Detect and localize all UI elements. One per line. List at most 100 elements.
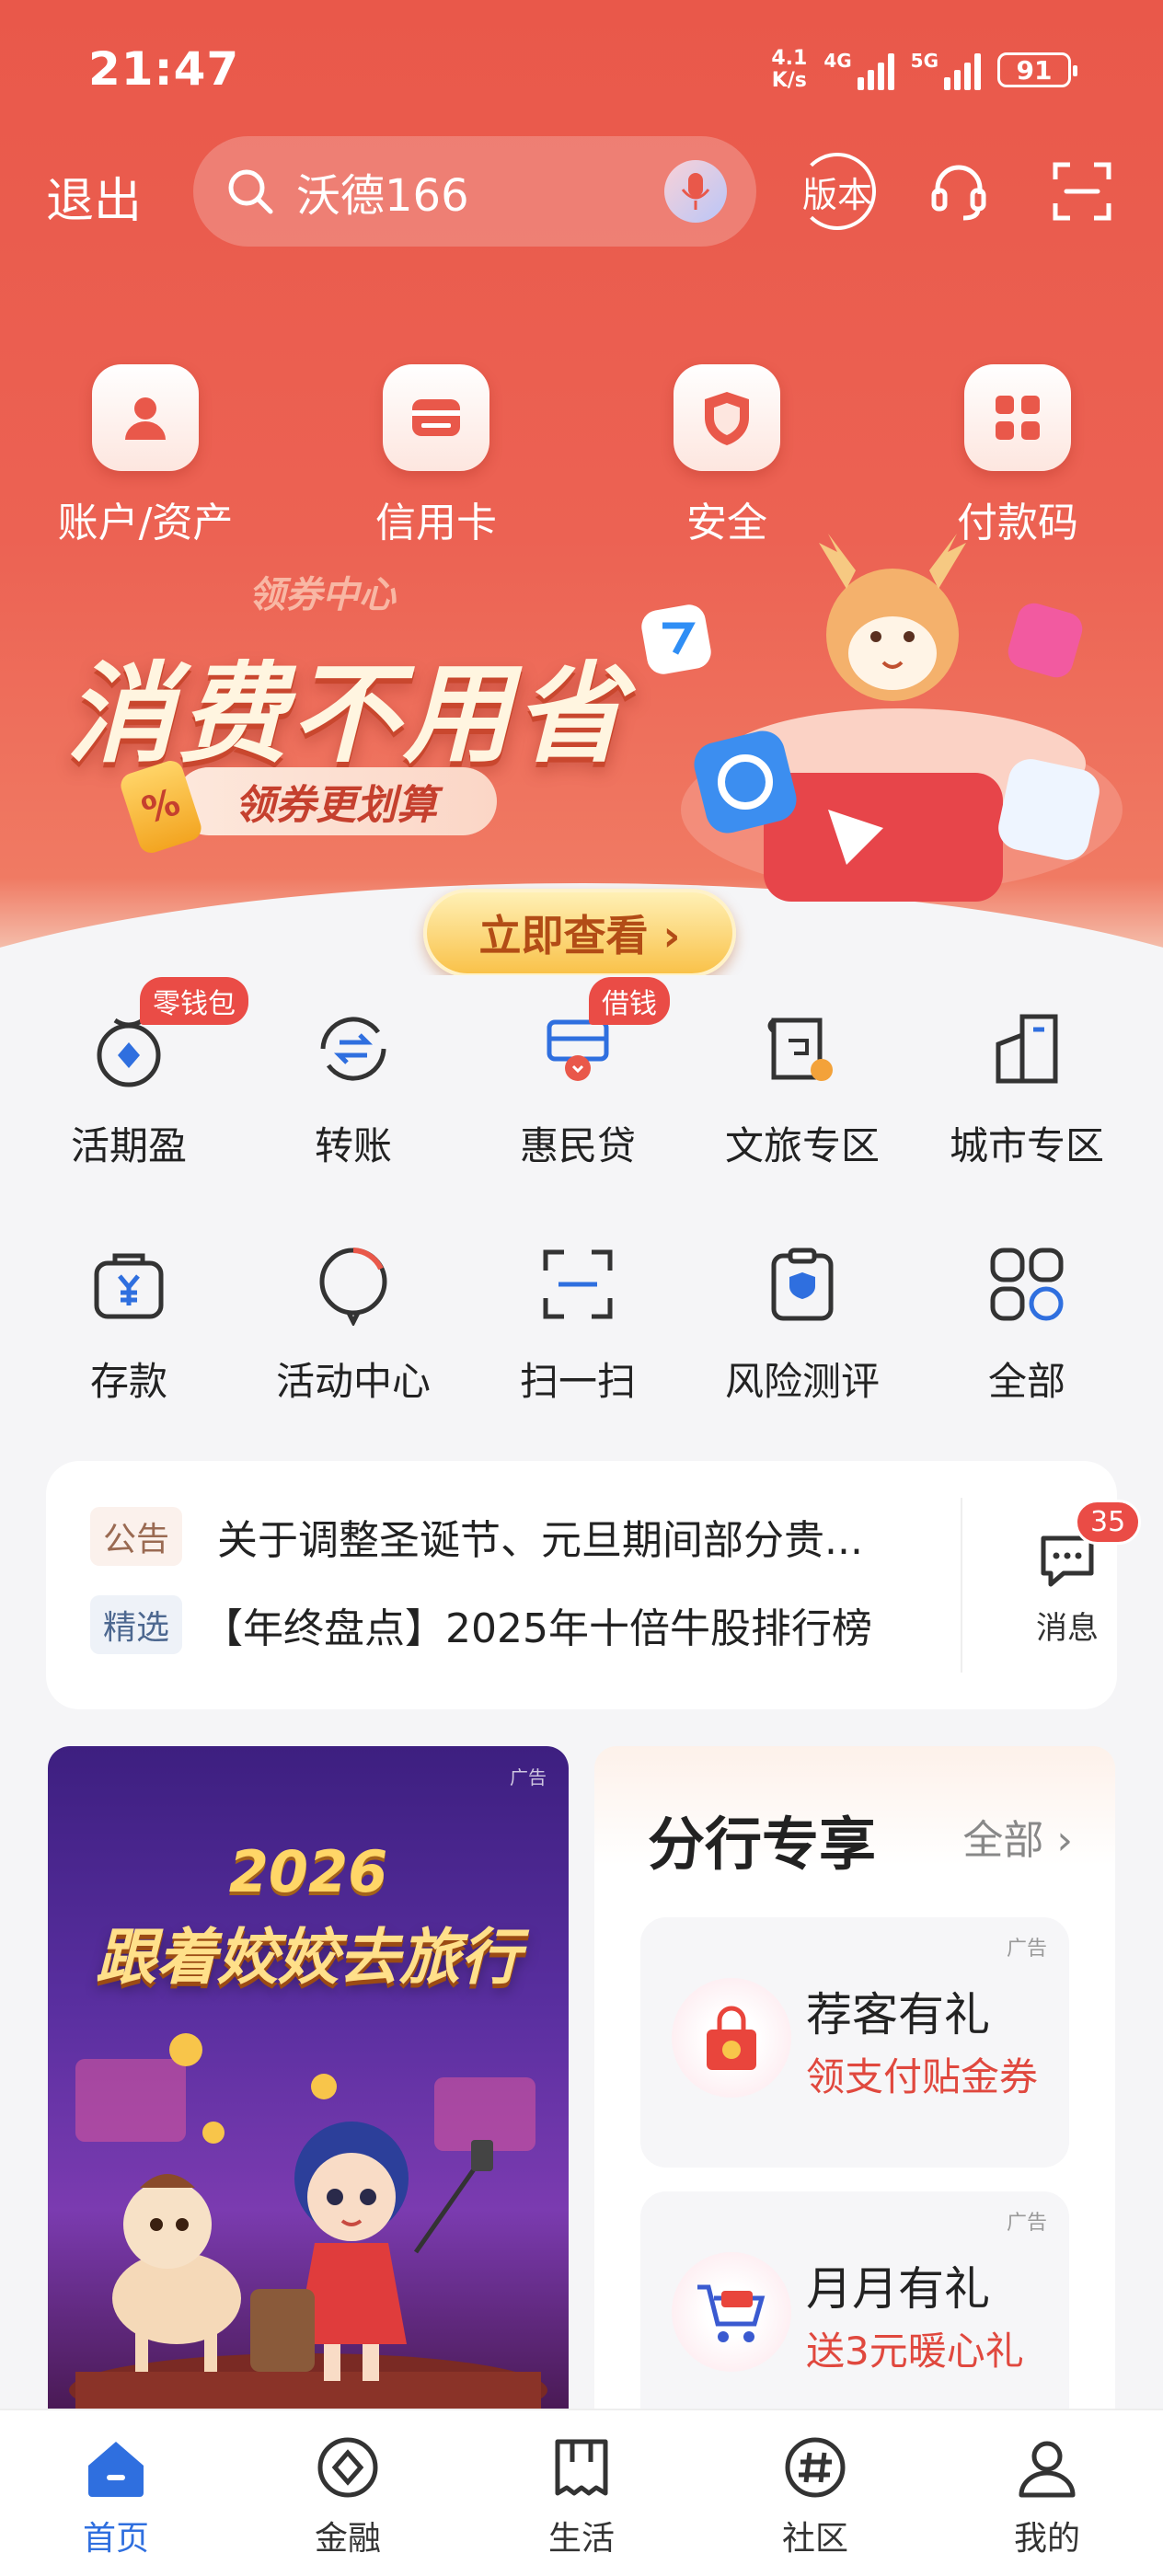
life-icon: [545, 2431, 618, 2504]
fn-label: 扫一扫: [519, 1359, 636, 1404]
branch-all-link[interactable]: 全部 ›: [962, 1807, 1073, 1866]
promo-subtitle: 领支付贴金券: [806, 2054, 1039, 2099]
loan-icon: 借钱: [532, 977, 670, 1095]
city-icon: [981, 1003, 1073, 1095]
account-icon: [92, 364, 199, 471]
signal-5g-icon: 5G: [911, 50, 981, 90]
profile-icon: [1010, 2431, 1084, 2504]
payment-code-icon: [964, 364, 1071, 471]
fn-transfer[interactable]: 转账: [241, 1003, 466, 1171]
travel-icon: [756, 1003, 848, 1095]
fn-label: 全部: [987, 1359, 1065, 1404]
badge-jieqian: 借钱: [589, 977, 670, 1025]
nav-label: 社区: [781, 2520, 848, 2558]
microphone-icon[interactable]: [664, 160, 727, 223]
banner-subtitle: 领券中心: [248, 574, 396, 616]
branch-exclusive-card: 分行专享 全部 › 广告 荐客有礼 领支付贴金券 广告 月月有礼 送3元暖心礼: [594, 1746, 1115, 2442]
nav-label: 首页: [82, 2520, 149, 2558]
fn-label: 文旅专区: [724, 1123, 880, 1168]
fn-scan[interactable]: 扫一扫: [466, 1238, 690, 1407]
quick-payment-code[interactable]: 付款码: [916, 364, 1119, 548]
community-icon: [778, 2431, 852, 2504]
featured-tag: 精选: [90, 1595, 183, 1654]
top-bar: 退出 沃德166 版本: [0, 136, 1163, 247]
notice-row-announcement[interactable]: 公告 关于调整圣诞节、元旦期间部分贵...: [90, 1507, 863, 1566]
promo-monthly[interactable]: 广告 月月有礼 送3元暖心礼: [640, 2191, 1069, 2442]
fn-label: 活期盈: [70, 1123, 187, 1168]
banner-title: 消费不用省: [66, 650, 628, 777]
ad-label: 广告: [1006, 2212, 1047, 2235]
ad-label: 广告: [510, 1766, 547, 1788]
scan-icon: [532, 1238, 624, 1330]
finance-icon: [311, 2431, 385, 2504]
nav-community[interactable]: 社区: [723, 2431, 907, 2559]
ad-label: 广告: [1006, 1938, 1047, 1961]
travel-ad-poster[interactable]: 广告 2026 跟着姣姣去旅行: [48, 1746, 569, 2409]
home-icon: [79, 2431, 153, 2504]
nav-finance[interactable]: 金融: [256, 2431, 440, 2559]
all-apps-icon: [981, 1238, 1073, 1330]
divider: [961, 1498, 962, 1673]
nav-home[interactable]: 首页: [24, 2431, 208, 2559]
search-icon: [228, 169, 273, 214]
nav-life[interactable]: 生活: [489, 2431, 674, 2559]
quick-label: 账户/资产: [57, 500, 234, 546]
fn-label: 风险测评: [724, 1359, 880, 1404]
fn-risk-assessment[interactable]: 风险测评: [690, 1238, 915, 1407]
ad-title: 跟着姣姣去旅行: [96, 1922, 521, 1993]
quick-account[interactable]: 账户/资产: [44, 364, 247, 548]
customer-service-icon[interactable]: [920, 153, 997, 230]
messages-button[interactable]: 35 消息: [1003, 1500, 1142, 1648]
transfer-icon: [307, 1003, 399, 1095]
promo-referral[interactable]: 广告 荐客有礼 领支付贴金券: [640, 1917, 1069, 2168]
hero-header: 21:47 4.1 K/s 4G 5G 91 退出 沃德166 版本 账户/资产…: [0, 0, 1163, 975]
fn-huimindai[interactable]: 借钱 惠民贷: [466, 977, 690, 1171]
badge-lingqianbao: 零钱包: [140, 977, 248, 1025]
credit-card-icon: [383, 364, 489, 471]
fn-label: 转账: [314, 1123, 392, 1168]
fn-label: 惠民贷: [519, 1123, 636, 1168]
nav-profile[interactable]: 我的: [955, 2431, 1139, 2559]
piggy-icon: 零钱包: [83, 977, 248, 1095]
network-speed: 4.1 K/s: [771, 47, 808, 92]
fn-travel-zone[interactable]: 文旅专区: [690, 1003, 915, 1171]
shopping-cart-icon: [672, 2252, 791, 2372]
messages-label: 消息: [1036, 1610, 1099, 1647]
status-indicators: 4.1 K/s 4G 5G 91: [771, 47, 1077, 92]
scan-frame-icon[interactable]: [1043, 153, 1121, 230]
promo-title: 月月有礼: [806, 2262, 990, 2316]
travel-characters-illustration: [69, 2033, 547, 2409]
nav-label: 金融: [314, 2520, 381, 2558]
promo-title: 荐客有礼: [806, 1988, 990, 2041]
bottom-nav: 首页 金融 生活 社区 我的: [0, 2409, 1163, 2576]
fn-huoqiying[interactable]: 零钱包 活期盈: [17, 977, 248, 1171]
quick-credit-card[interactable]: 信用卡: [335, 364, 537, 548]
shield-icon: [674, 364, 780, 471]
fn-label: 城市专区: [949, 1123, 1104, 1168]
fn-label: 活动中心: [275, 1359, 431, 1404]
signal-4g-icon: 4G: [823, 50, 894, 90]
search-bar[interactable]: 沃德166: [193, 136, 756, 247]
message-count-badge: 35: [1075, 1500, 1142, 1545]
battery-icon: 91: [997, 52, 1077, 87]
nav-label: 我的: [1013, 2520, 1080, 2558]
ad-year: 2026: [228, 1838, 388, 1905]
search-text: 沃德166: [296, 170, 469, 222]
quick-label: 信用卡: [375, 500, 497, 546]
announcement-text: 关于调整圣诞节、元旦期间部分贵...: [217, 1517, 863, 1564]
fn-all[interactable]: 全部: [915, 1238, 1139, 1407]
nav-label: 生活: [547, 2520, 615, 2558]
fn-deposit[interactable]: 存款: [17, 1238, 241, 1407]
version-button[interactable]: 版本: [799, 153, 876, 230]
logout-button[interactable]: 退出: [46, 162, 142, 231]
gift-bag-icon: [672, 1978, 791, 2098]
risk-icon: [756, 1238, 848, 1330]
activity-icon: [307, 1238, 399, 1330]
fn-city-zone[interactable]: 城市专区: [915, 1003, 1139, 1171]
version-label: 版本: [802, 174, 873, 215]
view-now-button[interactable]: 立即查看 ›: [423, 889, 736, 975]
notice-row-featured[interactable]: 精选 【年终盘点】2025年十倍牛股排行榜: [90, 1595, 872, 1654]
banner-pill: 领券更划算: [175, 767, 497, 835]
fn-activity-center[interactable]: 活动中心: [241, 1238, 466, 1407]
quick-security[interactable]: 安全: [626, 364, 828, 548]
